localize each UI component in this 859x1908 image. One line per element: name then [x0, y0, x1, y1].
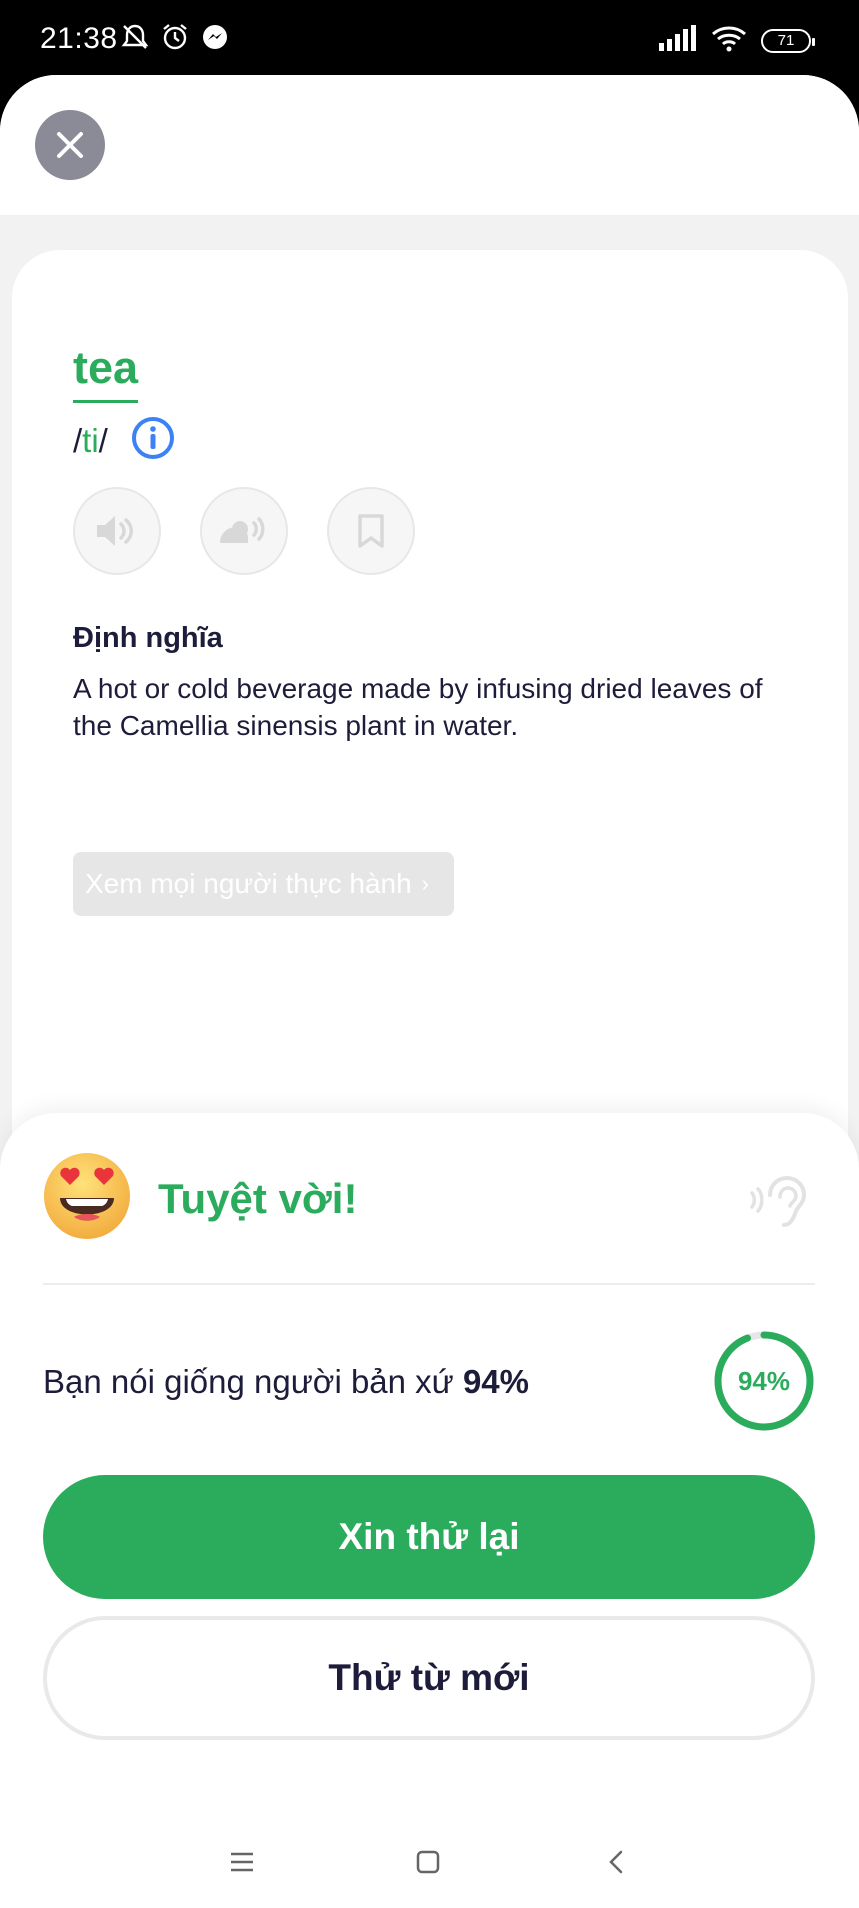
bookmark-icon: [358, 514, 384, 548]
try-new-word-button[interactable]: Thử từ mới: [43, 1616, 815, 1740]
home-nav-button[interactable]: [408, 1842, 448, 1882]
info-button[interactable]: [130, 415, 176, 461]
speaker-icon: [97, 516, 133, 546]
definition-title: Định nghĩa: [73, 622, 223, 654]
menu-icon: [231, 1852, 253, 1872]
phonetic-close: /: [98, 422, 108, 459]
native-text-prefix: Bạn nói giống người bản xứ: [43, 1363, 463, 1400]
score-label: 94%: [737, 1365, 791, 1396]
phonetic-open: /: [73, 422, 83, 459]
back-icon: [609, 1850, 623, 1874]
retry-label: Xin thử lại: [338, 1516, 520, 1557]
slow-audio-button[interactable]: [200, 487, 288, 575]
practice-label: Xem mọi người thực hành: [85, 868, 412, 899]
close-icon: [57, 132, 83, 158]
back-nav-button[interactable]: [596, 1842, 636, 1882]
battery-level: 71: [777, 32, 795, 49]
see-others-practice-button[interactable]: Xem mọi người thực hành ›: [73, 852, 454, 916]
navigation-bar: [0, 1810, 859, 1908]
divider: [43, 1283, 815, 1285]
info-icon: [132, 417, 174, 459]
phonetic-core: ti: [82, 422, 99, 459]
play-audio-button[interactable]: [73, 487, 161, 575]
chevron-right-icon: ›: [421, 871, 429, 896]
native-percent: 94%: [462, 1363, 529, 1400]
phonetic: /ti/: [73, 422, 108, 460]
native-speaker-text: Bạn nói giống người bản xứ 94%: [43, 1363, 529, 1401]
top-bar: [0, 75, 859, 215]
menu-nav-button[interactable]: [222, 1842, 262, 1882]
word-title: tea: [73, 342, 139, 403]
result-title: Tuyệt vời!: [158, 1175, 358, 1222]
alarm-icon: [160, 22, 190, 52]
signal-icon: [659, 25, 697, 56]
retry-button[interactable]: Xin thử lại: [43, 1475, 815, 1599]
definition-text: A hot or cold beverage made by infusing …: [73, 673, 763, 741]
snail-icon: [220, 517, 265, 543]
mute-icon: [120, 22, 150, 52]
status-time: 21:38: [40, 22, 118, 55]
result-panel: Tuyệt vời! Bạn nói giống người bản xứ 94…: [0, 1113, 859, 1908]
word-card: tea /ti/ Định nghĩa A hot or cold bevera…: [12, 250, 848, 1250]
bookmark-button[interactable]: [327, 487, 415, 575]
status-bar: 21:38 71: [0, 0, 859, 78]
close-button[interactable]: [35, 110, 105, 180]
battery-icon: 71: [761, 28, 815, 53]
ear-icon: [750, 1175, 807, 1227]
listen-recording-button[interactable]: [748, 1173, 808, 1229]
wifi-icon: [711, 24, 747, 57]
new-word-label: Thử từ mới: [328, 1657, 530, 1698]
heart-eyes-emoji-icon: [42, 1151, 132, 1241]
home-icon: [416, 1850, 440, 1874]
messenger-icon: [200, 22, 230, 52]
